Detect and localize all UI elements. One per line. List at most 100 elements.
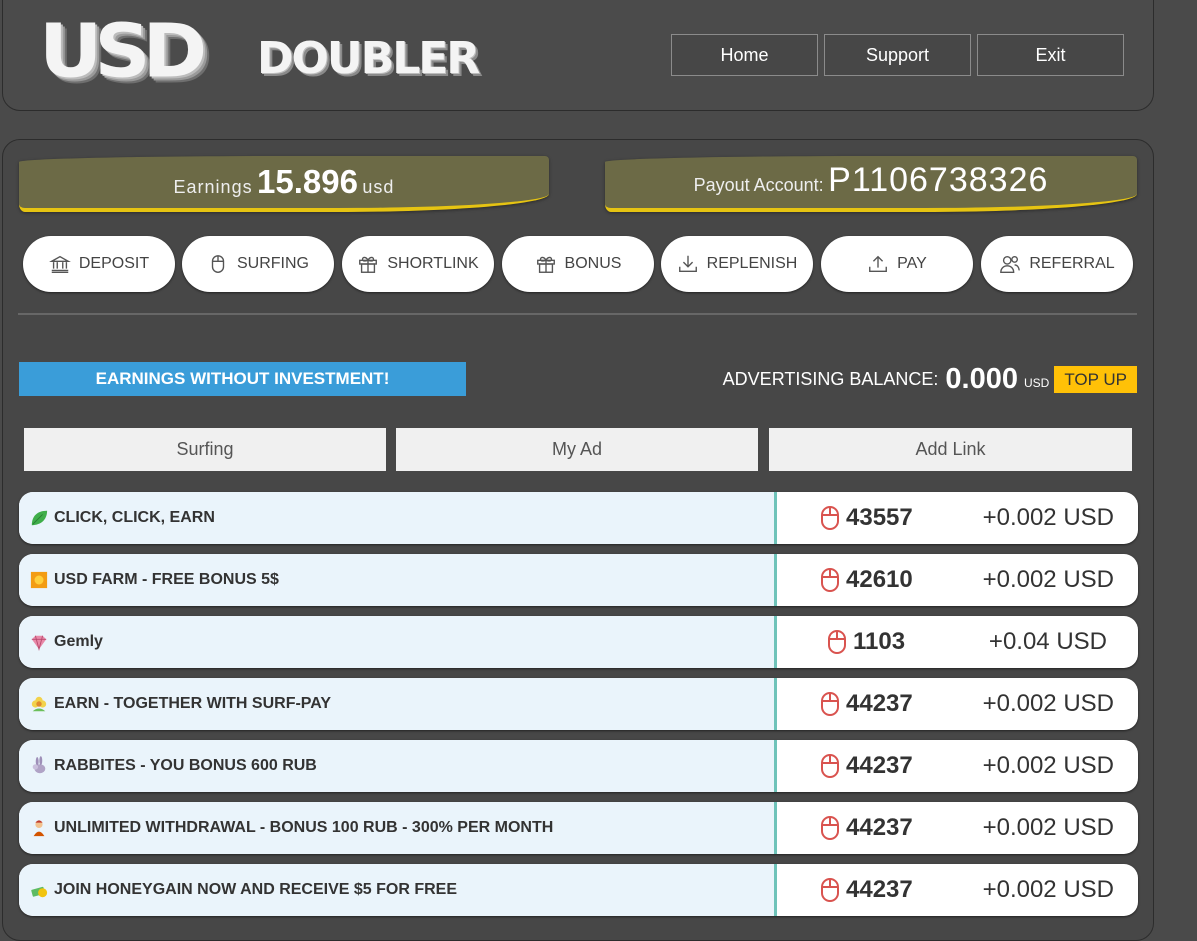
ad-reward: +0.002 USD — [982, 566, 1114, 593]
earnings-value: 15.896 — [257, 163, 358, 200]
earnings-ribbon: Earnings 15.896 usd — [19, 156, 549, 212]
tab-add-link[interactable]: Add Link — [769, 428, 1132, 471]
mouse-icon — [820, 753, 840, 779]
ad-reward: +0.002 USD — [982, 690, 1114, 717]
bank-icon — [48, 255, 71, 273]
ad-title-cell: USD FARM - FREE BONUS 5$ — [19, 554, 777, 606]
mouse-icon — [211, 255, 225, 273]
nav-support-button[interactable]: Support — [824, 34, 971, 76]
payout-account-value: P1106738326 — [828, 161, 1049, 199]
ad-title: CLICK, CLICK, EARN — [54, 509, 215, 526]
gift-icon — [359, 256, 378, 273]
gift-icon — [536, 256, 555, 273]
adv-balance-label: ADVERTISING BALANCE: — [722, 368, 939, 389]
ad-title-cell: JOIN HONEYGAIN NOW AND RECEIVE $5 FOR FR… — [19, 864, 777, 916]
ad-title-cell: UNLIMITED WITHDRAWAL - BONUS 100 RUB - 3… — [19, 802, 777, 854]
ad-view-count: 44237 — [846, 690, 913, 717]
mouse-icon — [820, 691, 840, 717]
ad-row[interactable]: RABBITES - YOU BONUS 600 RUB 44237 +0.002 … — [19, 740, 1138, 792]
nav-exit-button[interactable]: Exit — [977, 34, 1124, 76]
ad-title: USD FARM - FREE BONUS 5$ — [54, 571, 279, 588]
adv-balance-value: 0.000 — [945, 362, 1018, 395]
users-icon — [1000, 255, 1021, 273]
menu-surfing-label: SURFING — [237, 255, 309, 272]
ad-row[interactable]: JOIN HONEYGAIN NOW AND RECEIVE $5 FOR FR… — [19, 864, 1138, 916]
ad-title: JOIN HONEYGAIN NOW AND RECEIVE $5 FOR FR… — [54, 881, 458, 898]
ad-title: UNLIMITED WITHDRAWAL - BONUS 100 RUB - 3… — [54, 819, 554, 836]
payout-label: Payout Account: — [693, 175, 824, 195]
flower-icon — [30, 695, 48, 713]
ad-reward: +0.002 USD — [982, 504, 1114, 531]
menu-bonus-label: BONUS — [564, 255, 622, 272]
download-icon — [678, 255, 697, 273]
menu-deposit-label: DEPOSIT — [78, 255, 150, 272]
ad-stats-cell: 42610 +0.002 USD — [777, 554, 1138, 606]
site-header: USD DOUBLER Home Support Exit — [2, 0, 1154, 111]
menu-surfing-button[interactable]: SURFING — [182, 236, 334, 292]
ad-stats-cell: 44237 +0.002 USD — [777, 678, 1138, 730]
ad-view-count: 44237 — [846, 752, 913, 779]
ad-view-count: 43557 — [846, 504, 913, 531]
ad-title: EARN - TOGETHER WITH SURF-PAY — [54, 695, 332, 712]
ad-reward: +0.04 USD — [988, 628, 1107, 655]
ad-row[interactable]: UNLIMITED WITHDRAWAL - BONUS 100 RUB - 3… — [19, 802, 1138, 854]
mouse-icon — [820, 877, 840, 903]
ad-view-count: 42610 — [846, 566, 913, 593]
ad-stats-cell: 44237 +0.002 USD — [777, 740, 1138, 792]
menu-referral-button[interactable]: REFERRAL — [981, 236, 1133, 292]
tab-surfing[interactable]: Surfing — [24, 428, 386, 471]
logo-doubler-text: DOUBLER — [257, 33, 480, 84]
menu-replenish-label: REPLENISH — [706, 255, 798, 272]
ad-title-cell: EARN - TOGETHER WITH SURF-PAY — [19, 678, 777, 730]
menu-shortlink-label: SHORTLINK — [387, 255, 479, 272]
menu-pay-button[interactable]: PAY — [821, 236, 973, 292]
payout-ribbon: Payout Account: P1106738326 — [605, 156, 1137, 212]
ad-row[interactable]: CLICK, CLICK, EARN 43557 +0.002 USD — [19, 492, 1138, 544]
adv-balance-unit: USD — [1023, 376, 1050, 390]
earnings-label: Earnings — [173, 177, 253, 197]
ad-row[interactable]: EARN - TOGETHER WITH SURF-PAY 44237 +0.002… — [19, 678, 1138, 730]
ad-view-count: 44237 — [846, 814, 913, 841]
ad-row[interactable]: Gemly 1103 +0.04 USD — [19, 616, 1138, 668]
mouse-icon — [820, 567, 840, 593]
earnings-unit: usd — [362, 177, 395, 197]
logo-usd-text: USD — [39, 9, 207, 95]
ad-title: RABBITES - YOU BONUS 600 RUB — [54, 757, 317, 774]
menu-deposit-button[interactable]: DEPOSIT — [23, 236, 175, 292]
section-divider — [18, 313, 1137, 315]
ad-reward: +0.002 USD — [982, 814, 1114, 841]
gem-icon — [30, 633, 48, 651]
nav-home-button[interactable]: Home — [671, 34, 818, 76]
mouse-icon — [820, 505, 840, 531]
rabbit-icon — [30, 756, 48, 775]
menu-shortlink-button[interactable]: SHORTLINK — [342, 236, 494, 292]
tab-my-ad[interactable]: My Ad — [396, 428, 758, 471]
ad-stats-cell: 43557 +0.002 USD — [777, 492, 1138, 544]
advertising-balance: ADVERTISING BALANCE: 0.000 USD TOP UP — [723, 362, 1137, 396]
leaf-icon — [30, 509, 48, 527]
ad-stats-cell: 1103 +0.04 USD — [777, 616, 1138, 668]
ad-view-count: 1103 — [853, 628, 906, 655]
ad-title-cell: RABBITES - YOU BONUS 600 RUB — [19, 740, 777, 792]
upload-icon — [869, 255, 888, 273]
menu-replenish-button[interactable]: REPLENISH — [661, 236, 813, 292]
orange-square-icon — [30, 571, 48, 589]
money-icon — [30, 881, 48, 899]
menu-bonus-button[interactable]: BONUS — [502, 236, 654, 292]
ad-stats-cell: 44237 +0.002 USD — [777, 864, 1138, 916]
mouse-icon — [827, 629, 847, 655]
ad-row[interactable]: USD FARM - FREE BONUS 5$ 42610 +0.002 USD — [19, 554, 1138, 606]
ad-reward: +0.002 USD — [982, 752, 1114, 779]
ad-title: Gemly — [54, 633, 103, 650]
ad-stats-cell: 44237 +0.002 USD — [777, 802, 1138, 854]
ad-title-cell: CLICK, CLICK, EARN — [19, 492, 777, 544]
person-icon — [30, 819, 48, 837]
earnings-without-investment-banner: EARNINGS WITHOUT INVESTMENT! — [19, 362, 466, 396]
mouse-icon — [820, 815, 840, 841]
ad-view-count: 44237 — [846, 876, 913, 903]
menu-referral-label: REFERRAL — [1029, 255, 1115, 272]
menu-pay-label: PAY — [897, 255, 927, 272]
top-up-button[interactable]: TOP UP — [1054, 365, 1137, 393]
ad-title-cell: Gemly — [19, 616, 777, 668]
ad-reward: +0.002 USD — [982, 876, 1114, 903]
